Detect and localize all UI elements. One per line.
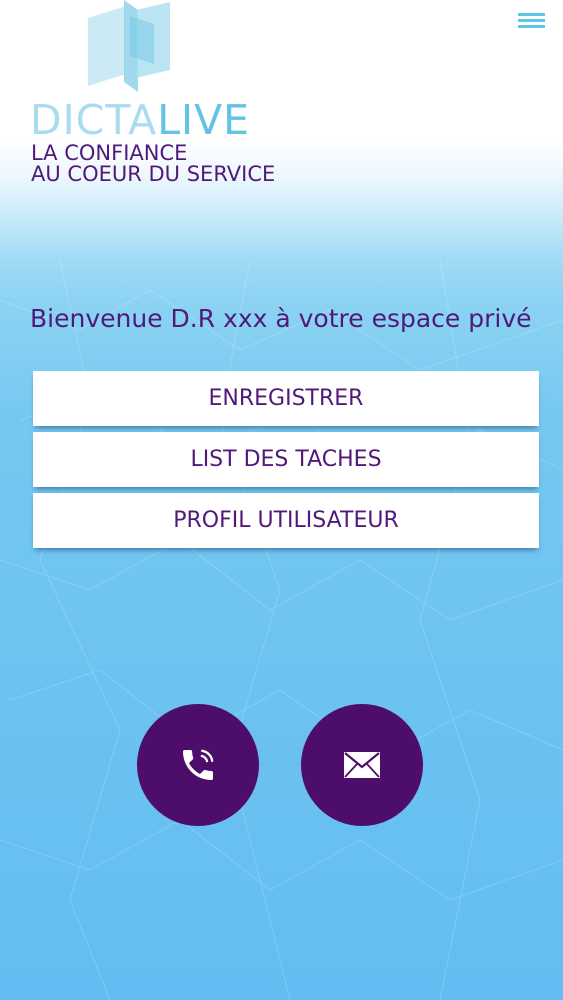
- tagline-line-2: AU COEUR DU SERVICE: [31, 162, 276, 186]
- email-button[interactable]: [301, 704, 423, 826]
- phone-icon: [183, 749, 214, 780]
- record-button[interactable]: ENREGISTRER: [33, 371, 539, 426]
- menu-bar: [518, 25, 545, 28]
- menu-bar: [518, 19, 545, 22]
- envelope-icon: [344, 752, 380, 778]
- task-list-button[interactable]: LIST DES TACHES: [33, 432, 539, 487]
- dictalive-logo-icon: [88, 0, 170, 92]
- hamburger-menu-icon[interactable]: [514, 10, 548, 36]
- brand-tagline: LA CONFIANCE AU COEUR DU SERVICE: [31, 143, 275, 185]
- brand-name: DICTALIVE: [30, 96, 250, 144]
- welcome-message: Bienvenue D.R xxx à votre espace privé: [30, 304, 532, 333]
- tagline-line-1: LA CONFIANCE: [31, 141, 188, 165]
- brand-name-part-b: LIVE: [157, 96, 251, 144]
- main-menu: ENREGISTRER LIST DES TACHES PROFIL UTILI…: [33, 371, 539, 554]
- menu-bar: [518, 13, 545, 16]
- call-button[interactable]: [137, 704, 259, 826]
- brand-name-part-a: DICTA: [30, 96, 158, 144]
- user-profile-button[interactable]: PROFIL UTILISATEUR: [33, 493, 539, 548]
